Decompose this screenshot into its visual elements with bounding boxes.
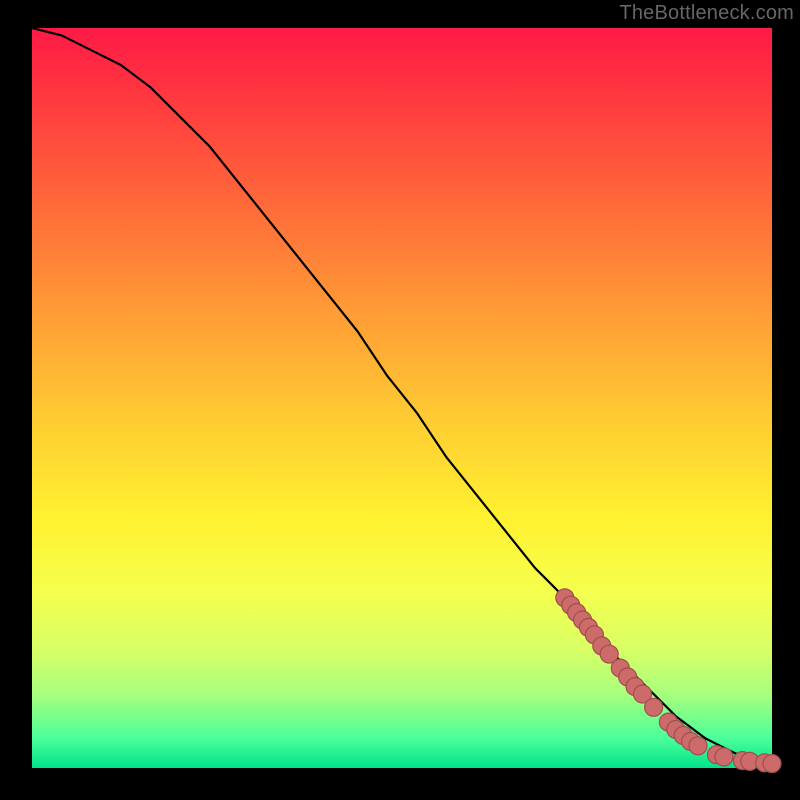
plot-svg — [32, 28, 772, 768]
plot-area — [32, 28, 772, 768]
sample-points-group — [556, 589, 781, 773]
sample-point — [645, 698, 663, 716]
watermark-text: TheBottleneck.com — [619, 2, 794, 25]
sample-point — [689, 737, 707, 755]
sample-point — [715, 748, 733, 766]
chart-frame: TheBottleneck.com — [0, 0, 800, 800]
bottleneck-curve — [32, 28, 772, 764]
sample-point — [763, 755, 781, 773]
